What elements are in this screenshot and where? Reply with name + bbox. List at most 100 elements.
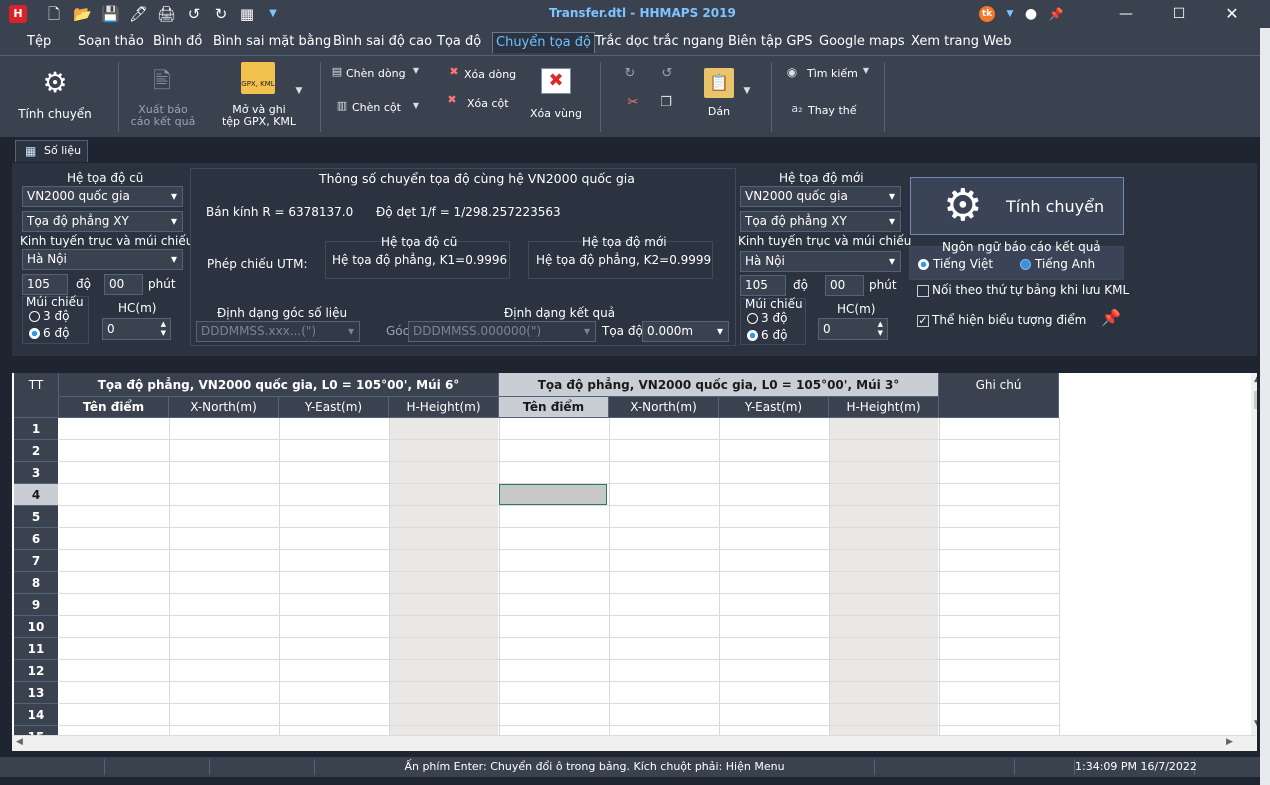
old-zone-6-radio[interactable] (29, 328, 40, 339)
row-header[interactable]: 10 (14, 616, 58, 638)
chevron-down-icon[interactable]: ▼ (410, 66, 422, 75)
refresh-icon[interactable]: ↻ (622, 66, 638, 81)
tab-plan[interactable]: Bình đồ (153, 32, 202, 53)
kml-order-checkbox[interactable] (917, 285, 929, 297)
pin-icon[interactable]: 📌 (1044, 4, 1068, 24)
chevron-down-icon[interactable]: ▼ (410, 101, 422, 110)
export-report-button[interactable]: Xuất báo cáo kết quả (128, 104, 198, 128)
old-hc-spinner[interactable]: 0 ▲ ▼ (102, 318, 171, 340)
new-zone-6-radio[interactable] (747, 330, 758, 341)
delete-row-icon[interactable]: ✖ (445, 65, 463, 78)
delete-area-icon[interactable]: ✖ (541, 68, 571, 94)
old-zone-3-radio[interactable] (29, 311, 40, 322)
tab-horizontal-adjust[interactable]: Bình sai mặt bằng (213, 32, 331, 53)
scroll-thumb[interactable] (1254, 391, 1257, 409)
tab-google-maps[interactable]: Google maps (819, 32, 905, 53)
tab-gps-edit[interactable]: Biên tập GPS (728, 32, 813, 53)
insert-column-icon[interactable]: ▥ (335, 99, 349, 112)
close-button[interactable]: ✕ (1220, 4, 1244, 24)
replace-icon[interactable]: a₂ (789, 102, 805, 115)
lang-vi-radio[interactable] (918, 259, 929, 270)
new-file-icon[interactable]: 🗋 (45, 5, 63, 23)
minimize-button[interactable]: — (1114, 4, 1138, 24)
old-province-select[interactable]: Hà Nội (22, 249, 183, 270)
scroll-up-icon[interactable]: ▲ (1254, 374, 1257, 384)
find-button[interactable]: Tìm kiếm (807, 68, 858, 80)
row-header[interactable]: 3 (14, 462, 58, 484)
row-header[interactable]: 11 (14, 638, 58, 660)
redo-icon[interactable]: ↻ (212, 5, 230, 23)
show-symbol-checkbox[interactable]: ✓ (917, 315, 929, 327)
open-folder-icon[interactable]: 📂 (73, 5, 92, 23)
sheet-tab-data[interactable]: ▦ Số liệu (15, 140, 88, 162)
app-logo-icon[interactable]: H (9, 5, 27, 23)
print-icon[interactable]: 🖨 (157, 5, 176, 23)
new-province-select[interactable]: Hà Nội (740, 251, 901, 272)
insert-row-button[interactable]: Chèn dòng (346, 68, 406, 80)
paste-icon[interactable]: 📋 (704, 68, 734, 98)
compute-big-button[interactable]: ⚙ Tính chuyển (910, 177, 1124, 235)
coord-result-select[interactable]: 0.000m (642, 321, 729, 342)
tab-file[interactable]: Tệp (27, 32, 51, 53)
delete-column-button[interactable]: Xóa cột (467, 98, 509, 110)
replace-button[interactable]: Thay thế (808, 105, 857, 117)
row-header[interactable]: 8 (14, 572, 58, 594)
angle-format-select[interactable]: DDDMMSS.xxx...(") (196, 321, 360, 342)
horizontal-scrollbar[interactable]: ◀ ▶ (12, 735, 1257, 751)
row-header[interactable]: 4 (14, 484, 58, 506)
open-save-gpx-button[interactable]: Mở và ghi tệp GPX, KML (220, 104, 298, 128)
save-icon[interactable]: 💾 (101, 5, 120, 23)
gpx-kml-icon[interactable]: GPX, KML (241, 62, 275, 94)
cut-icon[interactable]: ✂ (625, 95, 641, 110)
save-as-icon[interactable]: 🖊 (129, 5, 148, 23)
scroll-right-icon[interactable]: ▶ (1226, 737, 1233, 747)
tab-coordinate-transform[interactable]: Chuyển tọa độ (492, 32, 595, 53)
row-header[interactable]: 5 (14, 506, 58, 528)
new-degree-input[interactable]: 105 (740, 275, 786, 296)
row-header[interactable]: 12 (14, 660, 58, 682)
old-degree-input[interactable]: 105 (22, 274, 68, 295)
compute-button[interactable]: Tính chuyển (14, 108, 96, 120)
word-export-icon[interactable]: 🖹 (146, 64, 178, 102)
scroll-left-icon[interactable]: ◀ (16, 737, 23, 747)
row-header[interactable]: 15 (14, 726, 58, 735)
row-header[interactable]: 2 (14, 440, 58, 462)
vertical-scrollbar[interactable]: ▲ ▼ (1251, 373, 1257, 735)
tab-coordinates[interactable]: Tọa độ (437, 32, 481, 53)
chevron-down-icon[interactable]: ▼ (860, 66, 872, 75)
old-minute-input[interactable]: 00 (104, 274, 143, 295)
customize-quick-access-icon[interactable]: ▼ (264, 5, 282, 23)
new-datum-select[interactable]: VN2000 quốc gia (740, 186, 901, 207)
tab-profiles[interactable]: Trắc dọc trắc ngang (595, 32, 724, 53)
old-datum-select[interactable]: VN2000 quốc gia (22, 186, 183, 207)
row-header[interactable]: 9 (14, 594, 58, 616)
theme-circle-icon[interactable]: ● (1019, 4, 1043, 24)
delete-area-button[interactable]: Xóa vùng (530, 108, 582, 120)
row-header[interactable]: 6 (14, 528, 58, 550)
binoculars-icon[interactable]: ◉ (783, 65, 801, 79)
paste-button[interactable]: Dán (701, 106, 737, 118)
undo-icon[interactable]: ↺ (659, 66, 675, 81)
undo-icon[interactable]: ↺ (185, 5, 203, 23)
new-type-select[interactable]: Tọa độ phẳng XY (740, 211, 901, 232)
new-minute-input[interactable]: 00 (825, 275, 864, 296)
row-header[interactable]: 14 (14, 704, 58, 726)
maximize-button[interactable]: ☐ (1167, 4, 1191, 24)
chevron-down-icon[interactable]: ▼ (293, 86, 305, 96)
profile-avatar[interactable]: tk (979, 6, 995, 22)
calculator-icon[interactable]: ▦ (238, 5, 256, 23)
row-header[interactable]: 1 (14, 418, 58, 440)
selected-cell[interactable] (499, 484, 607, 505)
old-type-select[interactable]: Tọa độ phẳng XY (22, 211, 183, 232)
copy-icon[interactable]: ❐ (658, 95, 674, 110)
lang-en-radio[interactable] (1020, 259, 1031, 270)
new-zone-3-radio[interactable] (747, 313, 758, 324)
tab-vertical-adjust[interactable]: Bình sai độ cao (333, 32, 432, 53)
gear-icon[interactable]: ⚙ (38, 66, 72, 99)
delete-row-button[interactable]: Xóa dòng (464, 69, 516, 81)
insert-column-button[interactable]: Chèn cột (352, 102, 401, 114)
angle-result-select[interactable]: DDDMMSS.000000(") (408, 321, 596, 342)
row-header[interactable]: 7 (14, 550, 58, 572)
insert-row-icon[interactable]: ▤ (330, 65, 344, 78)
tab-edit[interactable]: Soạn thảo (78, 32, 144, 53)
